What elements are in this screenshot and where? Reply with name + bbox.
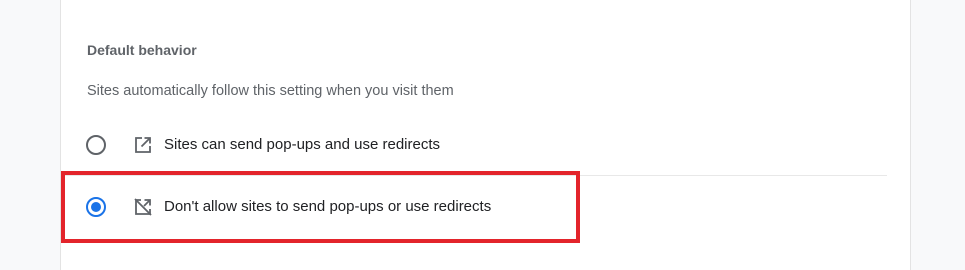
settings-card: Default behavior Sites automatically fol… <box>60 0 911 270</box>
radio-block-popups[interactable] <box>86 197 106 217</box>
radio-allow-popups[interactable] <box>86 135 106 155</box>
open-in-new-off-icon <box>133 197 153 217</box>
section-title: Default behavior <box>87 42 197 58</box>
option-label-block: Don't allow sites to send pop-ups or use… <box>164 198 492 215</box>
open-in-new-icon <box>133 135 153 155</box>
divider <box>61 175 887 176</box>
option-allow-popups[interactable]: Sites can send pop-ups and use redirects <box>61 115 887 175</box>
option-label-allow: Sites can send pop-ups and use redirects <box>164 136 440 153</box>
section-description: Sites automatically follow this setting … <box>87 83 454 99</box>
option-block-popups[interactable]: Don't allow sites to send pop-ups or use… <box>61 177 887 237</box>
